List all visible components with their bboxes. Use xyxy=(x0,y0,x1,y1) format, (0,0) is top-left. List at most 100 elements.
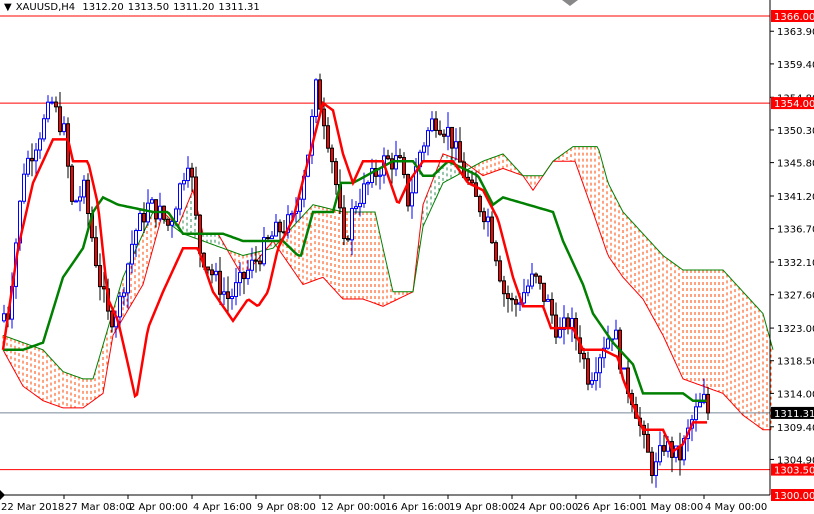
y-tick-label: 1327.60 xyxy=(777,291,814,302)
candle xyxy=(182,172,186,191)
candle xyxy=(410,177,414,219)
candle xyxy=(270,230,274,240)
x-tick-label: 26 Apr 16:00 xyxy=(577,502,642,513)
candle-body xyxy=(426,130,430,147)
candle xyxy=(402,152,406,179)
x-tick-label: 27 Mar 08:00 xyxy=(65,502,132,513)
candle-body xyxy=(622,367,626,370)
y-tick-label: 1341.20 xyxy=(777,192,814,203)
price-level-tag: 1366.00 xyxy=(774,12,814,23)
dropdown-triangle-icon[interactable]: ▼ xyxy=(4,2,12,13)
candle xyxy=(650,447,654,484)
candle xyxy=(54,96,58,113)
candle-body xyxy=(530,273,534,287)
candle-body xyxy=(386,155,390,160)
candle-body xyxy=(78,196,82,202)
candle xyxy=(694,393,698,432)
ohlc-low: 1311.20 xyxy=(173,2,215,13)
candle-body xyxy=(410,192,414,207)
x-tick-label: 24 Apr 00:00 xyxy=(513,502,578,513)
candle-body xyxy=(86,179,90,214)
candle-body xyxy=(54,101,58,108)
candle xyxy=(502,275,506,307)
candle-body xyxy=(170,220,174,226)
x-tick-label: 16 Apr 16:00 xyxy=(385,502,450,513)
candle xyxy=(2,304,6,323)
candle xyxy=(458,127,462,163)
candle-body xyxy=(358,202,362,208)
candle-body xyxy=(254,259,258,262)
candle-body xyxy=(226,291,230,299)
candle xyxy=(642,420,646,449)
ohlc-close: 1311.31 xyxy=(218,2,260,13)
candle xyxy=(34,142,38,177)
candle-body xyxy=(438,129,442,135)
candle xyxy=(158,192,162,222)
candle xyxy=(146,189,150,226)
y-tick-label: 1309.40 xyxy=(777,423,814,434)
candle xyxy=(546,294,550,302)
candle-body xyxy=(182,180,186,185)
candle xyxy=(138,209,142,232)
candle-body xyxy=(318,79,322,110)
candle-body xyxy=(238,271,242,284)
candle xyxy=(522,278,526,305)
candle-body xyxy=(230,296,234,299)
candle-body xyxy=(482,211,486,223)
chart-shift-marker-icon xyxy=(0,490,5,500)
candle xyxy=(398,148,402,159)
candle xyxy=(150,196,154,204)
candle xyxy=(262,227,266,267)
candle xyxy=(218,256,222,305)
price-level-tag: 1300.00 xyxy=(774,491,814,502)
candle-body xyxy=(242,271,246,280)
candle-body xyxy=(206,266,210,271)
candle-body xyxy=(22,173,26,202)
candle-body xyxy=(586,358,590,385)
candle-body xyxy=(314,79,318,117)
candle-body xyxy=(510,297,514,301)
candle xyxy=(490,211,494,244)
candle xyxy=(190,162,194,192)
candle-body xyxy=(494,242,498,262)
candle-body xyxy=(546,298,550,302)
candle xyxy=(386,149,390,161)
candle xyxy=(30,143,34,177)
candle xyxy=(318,73,322,110)
candle xyxy=(326,117,330,153)
candle xyxy=(98,253,102,301)
price-chart[interactable]: 1363.901359.401354.801350.301345.801341.… xyxy=(0,0,814,514)
candle-body xyxy=(26,157,30,175)
candle-body xyxy=(470,179,474,184)
candle-body xyxy=(566,317,570,329)
candle xyxy=(166,218,170,231)
candle-body xyxy=(110,310,114,328)
candle-body xyxy=(698,401,702,408)
candle xyxy=(510,292,514,312)
candle-body xyxy=(570,318,574,329)
candle xyxy=(482,207,486,230)
candle-body xyxy=(246,269,250,280)
candle xyxy=(310,109,314,164)
candle xyxy=(94,225,98,268)
candle xyxy=(82,175,86,204)
candle xyxy=(38,132,42,159)
candle xyxy=(654,452,658,488)
candle-body xyxy=(502,280,506,295)
candle-body xyxy=(582,352,586,360)
candle-body xyxy=(406,173,410,207)
candle-body xyxy=(434,118,438,131)
candle xyxy=(534,272,538,284)
candle xyxy=(234,268,238,306)
candle-body xyxy=(590,380,594,385)
candle xyxy=(86,173,90,227)
chart-header: ▼ XAUUSD,H4 1312.20 1313.50 1311.20 1311.31 xyxy=(4,2,264,13)
candle xyxy=(194,166,198,220)
candle-body xyxy=(142,212,146,223)
candle-body xyxy=(362,183,366,204)
candle xyxy=(494,240,498,267)
candle xyxy=(78,186,82,212)
candle-body xyxy=(258,260,262,265)
candle-body xyxy=(706,393,710,414)
candle-body xyxy=(662,445,666,452)
